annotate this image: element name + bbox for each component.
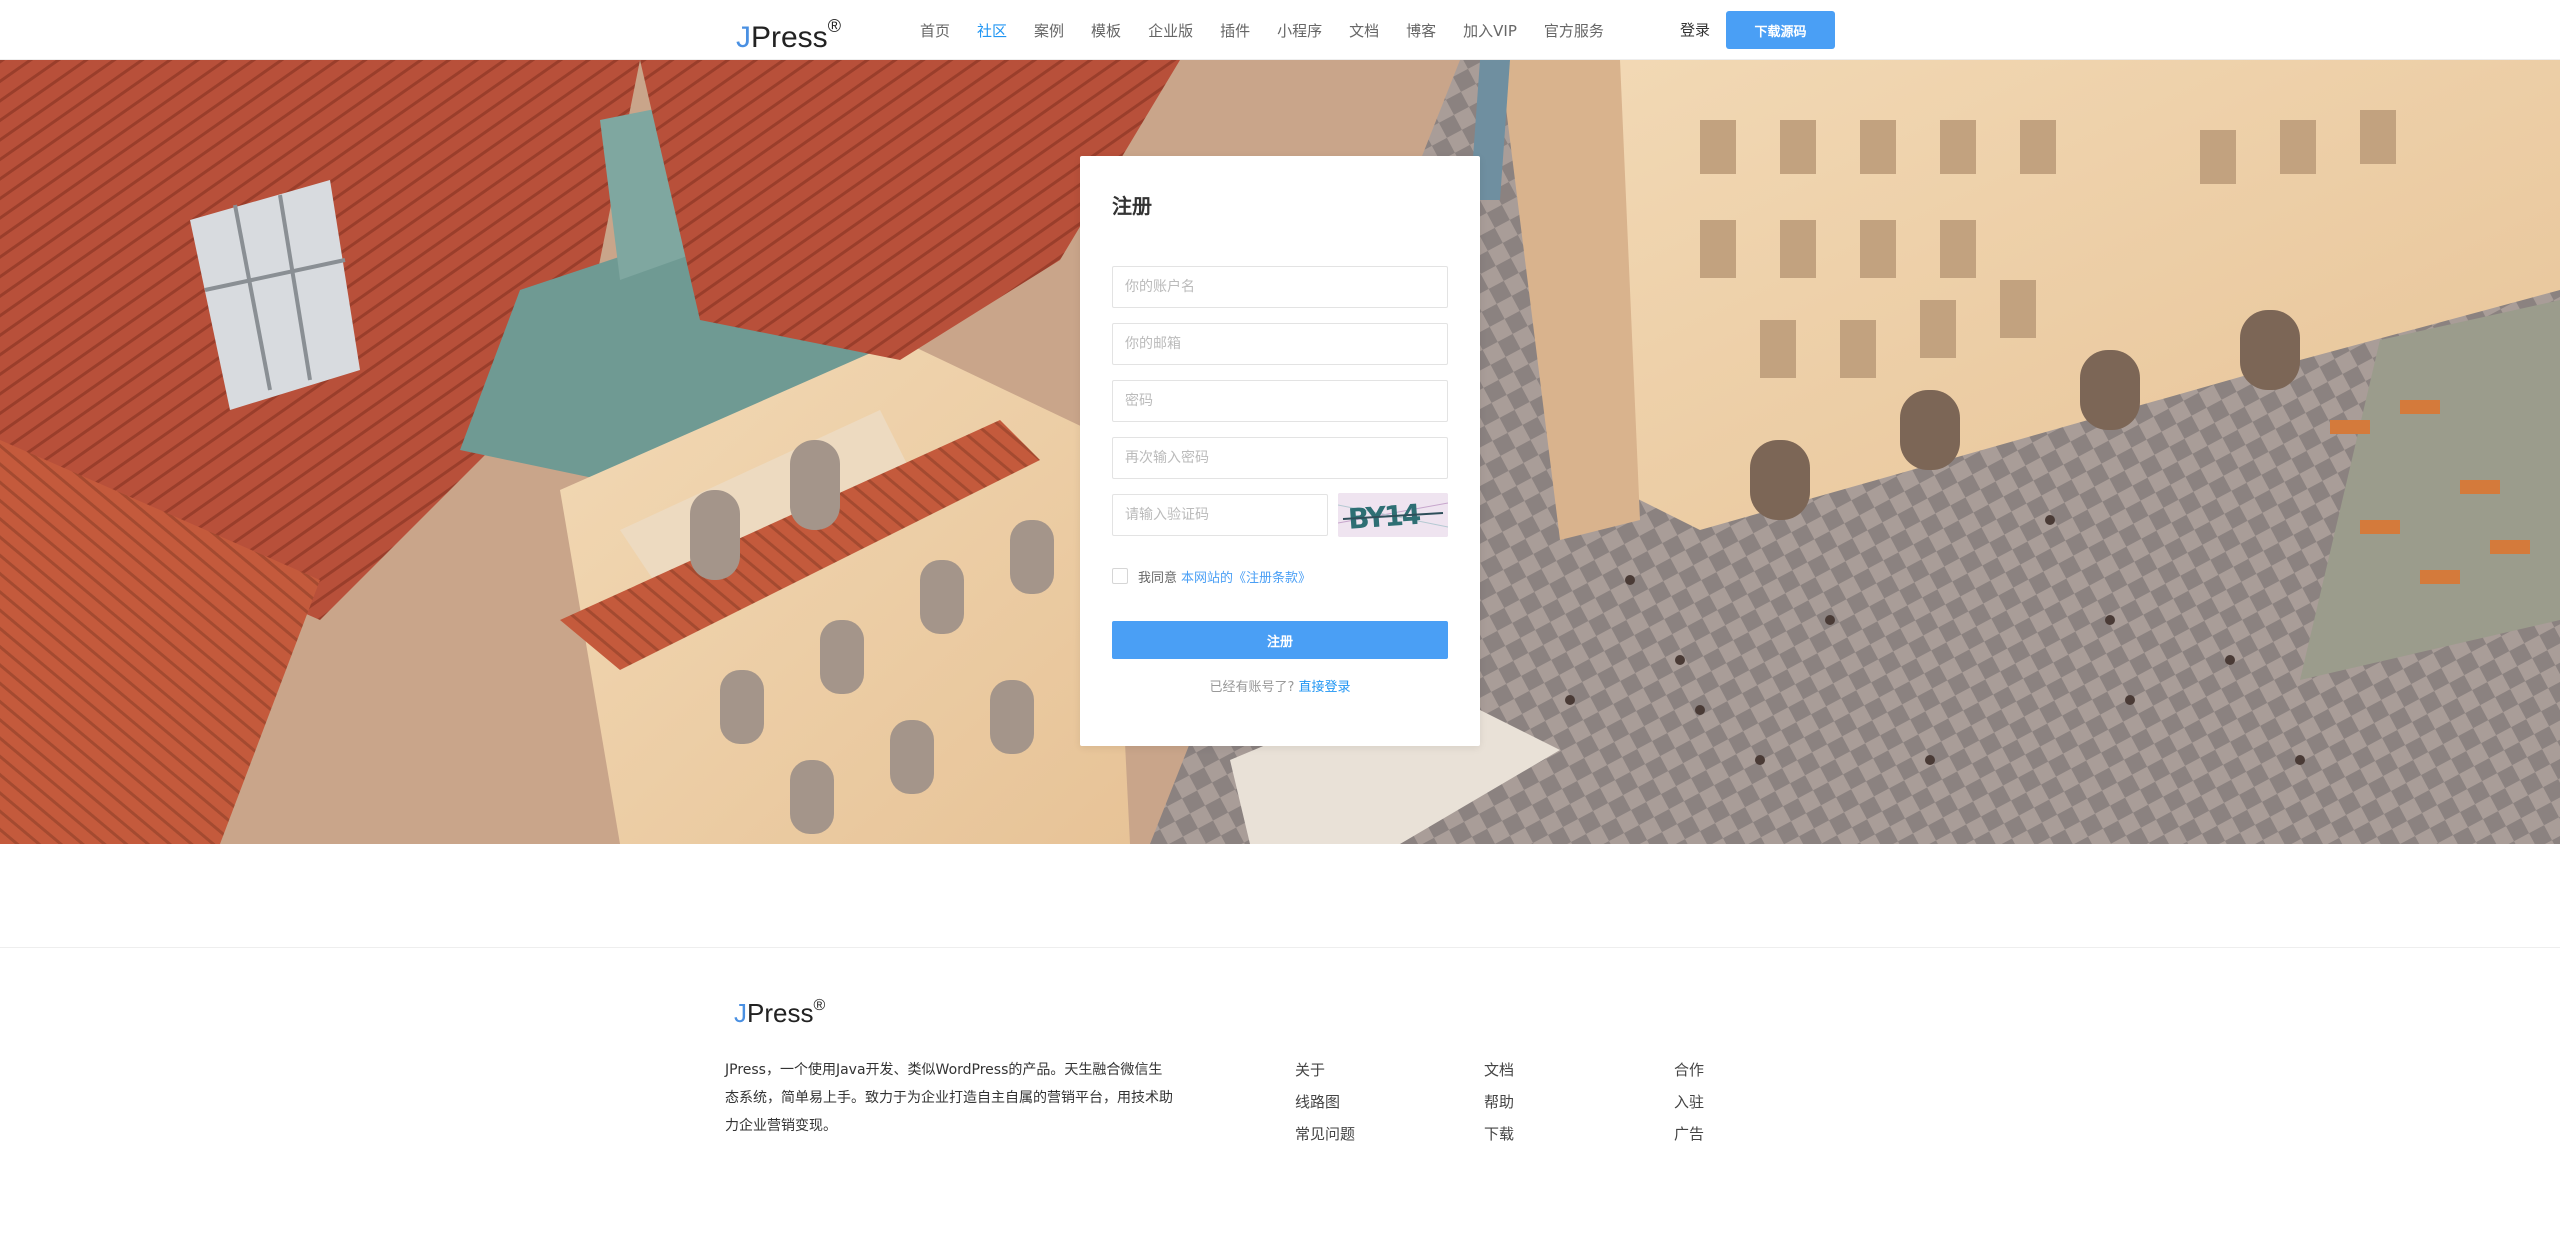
footer-link-docs[interactable]: 文档 bbox=[1484, 1054, 1514, 1086]
terms-link[interactable]: 本网站的《注册条款》 bbox=[1181, 567, 1311, 586]
nav-item-3[interactable]: 模板 bbox=[1091, 20, 1121, 41]
nav-item-8[interactable]: 博客 bbox=[1406, 20, 1436, 41]
direct-login-link[interactable]: 直接登录 bbox=[1299, 680, 1351, 695]
register-card: 注册 BY14 我同意 本网站的《注册条款》 注册 已经有账号了? 直接登录 bbox=[1080, 156, 1480, 746]
footer-link-about[interactable]: 关于 bbox=[1295, 1054, 1355, 1086]
register-title: 注册 bbox=[1112, 194, 1152, 218]
footer-column-1: 关于 线路图 常见问题 bbox=[1295, 1054, 1355, 1150]
password-input[interactable] bbox=[1112, 380, 1448, 422]
download-source-button[interactable]: 下载源码 bbox=[1726, 11, 1835, 49]
footer-description: JPress，一个使用Java开发、类似WordPress的产品。天生融合微信生… bbox=[725, 1062, 1173, 1134]
agree-label: 我同意 bbox=[1138, 570, 1178, 586]
nav-item-2[interactable]: 案例 bbox=[1034, 20, 1064, 41]
footer-logo-registered-mark: ® bbox=[813, 997, 826, 1015]
footer-column-2: 文档 帮助 下载 bbox=[1484, 1054, 1514, 1150]
nav-item-0[interactable]: 首页 bbox=[920, 20, 950, 41]
confirm-password-input[interactable] bbox=[1112, 437, 1448, 479]
footer-link-roadmap[interactable]: 线路图 bbox=[1295, 1086, 1355, 1118]
footer-link-join[interactable]: 入驻 bbox=[1674, 1086, 1704, 1118]
has-account-row: 已经有账号了? 直接登录 bbox=[1080, 676, 1480, 695]
nav-item-5[interactable]: 插件 bbox=[1220, 20, 1250, 41]
logo-text: Press bbox=[751, 21, 828, 54]
login-link[interactable]: 登录 bbox=[1680, 18, 1710, 42]
footer-divider bbox=[0, 947, 2560, 948]
captcha-graphic: BY14 bbox=[1338, 493, 1448, 537]
has-account-text: 已经有账号了? bbox=[1209, 680, 1295, 695]
username-input[interactable] bbox=[1112, 266, 1448, 308]
site-header: JPress® 首页 社区 案例 模板 企业版 插件 小程序 文档 博客 加入VIP 官方服务 登录… bbox=[0, 0, 2560, 60]
site-logo[interactable]: JPress® bbox=[736, 10, 841, 54]
register-submit-button[interactable]: 注册 bbox=[1112, 621, 1448, 659]
nav-item-1[interactable]: 社区 bbox=[977, 20, 1007, 41]
nav-item-6[interactable]: 小程序 bbox=[1277, 20, 1322, 41]
footer-link-cooperation[interactable]: 合作 bbox=[1674, 1054, 1704, 1086]
agree-checkbox[interactable] bbox=[1112, 568, 1128, 584]
nav-item-4[interactable]: 企业版 bbox=[1148, 20, 1193, 41]
main-nav: 首页 社区 案例 模板 企业版 插件 小程序 文档 博客 加入VIP 官方服务 bbox=[920, 0, 1631, 60]
nav-item-7[interactable]: 文档 bbox=[1349, 20, 1379, 41]
footer-column-3: 合作 入驻 广告 bbox=[1674, 1054, 1704, 1150]
footer-link-download[interactable]: 下载 bbox=[1484, 1118, 1514, 1150]
captcha-input[interactable] bbox=[1112, 494, 1328, 536]
footer-link-help[interactable]: 帮助 bbox=[1484, 1086, 1514, 1118]
footer-logo-j: J bbox=[734, 998, 747, 1028]
footer-link-faq[interactable]: 常见问题 bbox=[1295, 1118, 1355, 1150]
logo-registered-mark: ® bbox=[827, 16, 841, 36]
footer-link-ads[interactable]: 广告 bbox=[1674, 1118, 1704, 1150]
agree-terms-row: 我同意 本网站的《注册条款》 bbox=[1112, 566, 1311, 586]
captcha-image[interactable]: BY14 bbox=[1338, 493, 1448, 537]
footer-logo-text: Press bbox=[747, 998, 814, 1028]
nav-item-10[interactable]: 官方服务 bbox=[1544, 20, 1604, 41]
logo-j: J bbox=[736, 21, 751, 54]
footer-logo[interactable]: JPress® bbox=[734, 997, 826, 1029]
email-input[interactable] bbox=[1112, 323, 1448, 365]
nav-item-9[interactable]: 加入VIP bbox=[1463, 20, 1517, 41]
